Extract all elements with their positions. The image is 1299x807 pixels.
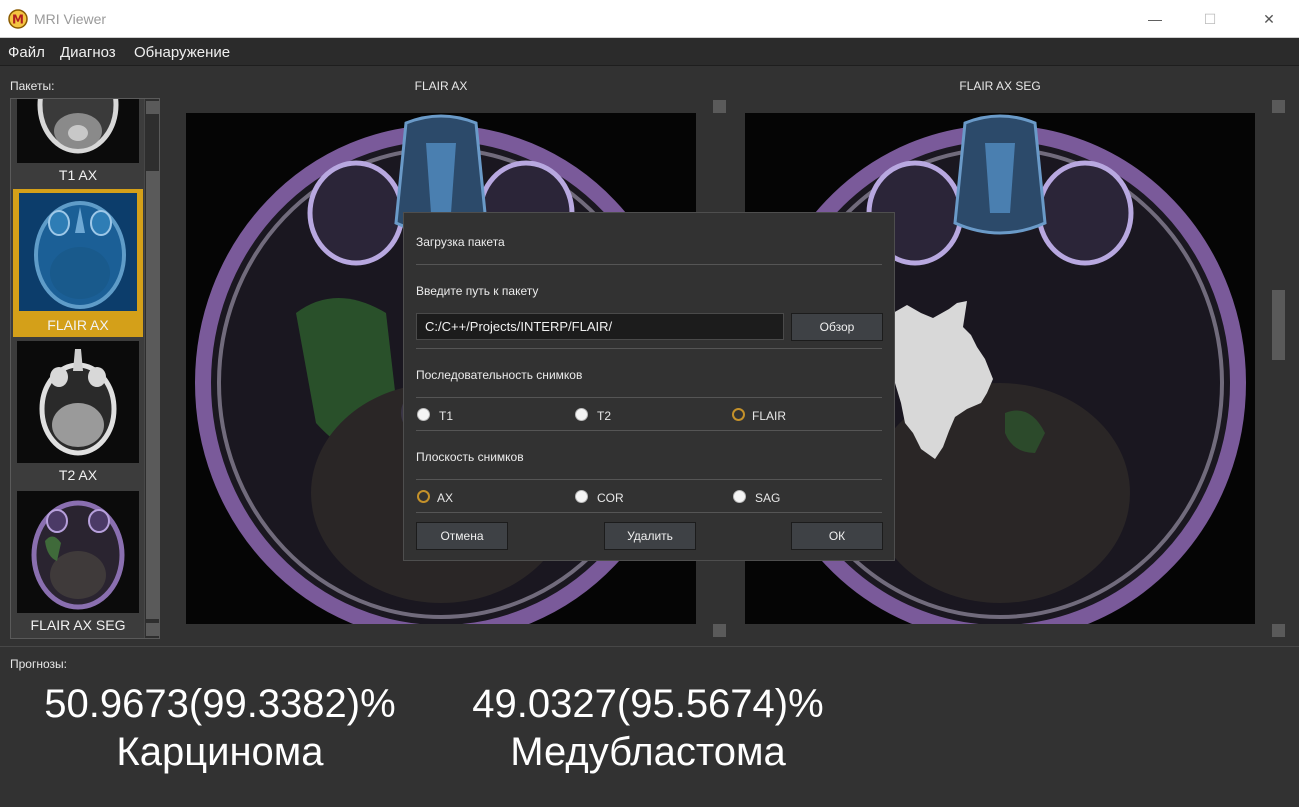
sequence-label: Последовательность снимков <box>416 368 583 382</box>
radio-flair[interactable] <box>732 408 745 421</box>
plane-label: Плоскость снимков <box>416 450 524 464</box>
radio-ax[interactable] <box>417 490 430 503</box>
browse-button[interactable]: Обзор <box>791 313 883 341</box>
packages-list[interactable]: T1 AX FLAIR AX T2 AX FLAIR AX SEG <box>10 98 160 639</box>
scroll-up-arrow[interactable] <box>1272 100 1285 113</box>
package-thumbnail <box>17 341 139 463</box>
divider <box>0 646 1299 647</box>
menu-bar: Файл Диагноз Обнаружение <box>0 38 1299 66</box>
scroll-up-arrow[interactable] <box>146 101 159 114</box>
prognosis-value-medulloblastoma: 49.0327(95.5674)% <box>472 682 824 726</box>
divider <box>416 397 882 398</box>
divider <box>416 512 882 513</box>
packages-scrollbar[interactable] <box>144 99 159 638</box>
package-label: FLAIR AX <box>47 317 109 333</box>
radio-ax-label: AX <box>437 491 454 505</box>
packages-label: Пакеты: <box>10 79 55 93</box>
menu-detection[interactable]: Обнаружение <box>134 44 230 61</box>
divider <box>416 479 882 480</box>
radio-sag-label: SAG <box>755 491 781 505</box>
menu-diagnosis[interactable]: Диагноз <box>60 44 116 61</box>
radio-t1[interactable] <box>417 408 430 421</box>
prognosis-name-carcinoma: Карцинома <box>116 730 324 774</box>
package-thumbnail <box>17 191 139 313</box>
package-label: FLAIR AX SEG <box>30 617 126 633</box>
divider <box>416 264 882 265</box>
menu-file[interactable]: Файл <box>8 44 45 61</box>
path-label: Введите путь к пакету <box>416 284 539 298</box>
delete-button[interactable]: Удалить <box>604 522 696 550</box>
package-item-flair-ax[interactable]: FLAIR AX <box>13 189 143 337</box>
package-item-t1-ax[interactable]: T1 AX <box>13 99 143 187</box>
load-package-dialog: Загрузка пакета Введите путь к пакету Об… <box>403 212 895 561</box>
package-path-input[interactable] <box>416 313 784 340</box>
scroll-up-arrow[interactable] <box>713 100 726 113</box>
package-label: T1 AX <box>58 167 98 183</box>
scroll-down-arrow[interactable] <box>1272 624 1285 637</box>
viewer-title-flair-ax: FLAIR AX <box>414 79 468 93</box>
maximize-button[interactable]: ☐ <box>1187 0 1233 38</box>
package-item-flair-ax-seg[interactable]: FLAIR AX SEG <box>13 489 143 637</box>
minimize-button[interactable]: — <box>1132 0 1178 38</box>
package-thumbnail <box>17 99 139 163</box>
viewer-title-flair-ax-seg: FLAIR AX SEG <box>959 79 1041 93</box>
scroll-thumb[interactable] <box>1272 290 1285 360</box>
radio-flair-label: FLAIR <box>752 409 787 423</box>
radio-cor-label: COR <box>597 491 624 505</box>
radio-t2[interactable] <box>575 408 588 421</box>
package-label: T2 AX <box>58 467 98 483</box>
scroll-thumb[interactable] <box>146 171 159 619</box>
radio-t1-label: T1 <box>439 409 454 423</box>
radio-sag[interactable] <box>733 490 746 503</box>
app-logo-icon: M <box>8 9 28 29</box>
divider <box>416 348 882 349</box>
prognosis-name-medulloblastoma: Медубластома <box>510 730 786 774</box>
title-bar: M MRI Viewer — ☐ ✕ <box>0 0 1299 38</box>
radio-cor[interactable] <box>575 490 588 503</box>
ok-button[interactable]: ОК <box>791 522 883 550</box>
prognosis-value-carcinoma: 50.9673(99.3382)% <box>44 682 396 726</box>
dialog-title: Загрузка пакета <box>416 235 505 249</box>
cancel-button[interactable]: Отмена <box>416 522 508 550</box>
prognoses-label: Прогнозы: <box>10 657 67 671</box>
package-item-t2-ax[interactable]: T2 AX <box>13 339 143 487</box>
viewer-2-scrollbar[interactable] <box>1271 98 1287 639</box>
scroll-down-arrow[interactable] <box>713 624 726 637</box>
svg-text:M: M <box>12 13 24 27</box>
close-button[interactable]: ✕ <box>1246 0 1292 38</box>
package-thumbnail <box>17 491 139 613</box>
window-title: MRI Viewer <box>34 11 107 27</box>
scroll-down-arrow[interactable] <box>146 623 159 636</box>
divider <box>416 430 882 431</box>
radio-t2-label: T2 <box>597 409 612 423</box>
